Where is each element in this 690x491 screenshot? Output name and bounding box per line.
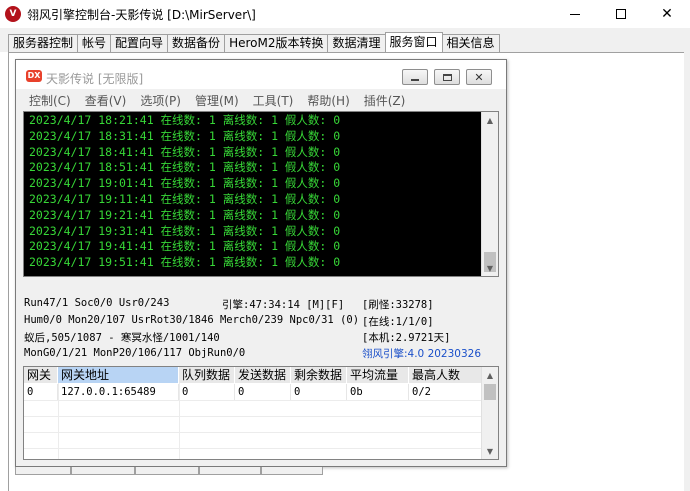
service-close-button[interactable]: ✕ [466,69,492,85]
grid-line [24,432,483,433]
grid-line [24,400,483,401]
cell-avg-traffic: 0b [347,384,409,400]
col-max-users[interactable]: 最高人数 [409,367,483,383]
menu-manage[interactable]: 管理(M) [195,92,239,109]
log-line: 2023/4/17 19:31:41 在线数: 1 离线数: 1 假人数: 0 [29,223,341,238]
status-run: Run47/1 Soc0/0 Usr0/243 [24,297,170,309]
col-sent-data[interactable]: 发送数据 [235,367,291,383]
col-remaining-data[interactable]: 剩余数据 [291,367,347,383]
main-titlebar: V 翎风引擎控制台-天影传说 [D:\MirServer\] ✕ [0,0,690,28]
menu-view[interactable]: 查看(V) [85,92,127,109]
cell-gateway-address: 127.0.0.1:65489 [58,384,179,400]
close-icon: ✕ [474,70,484,84]
app-logo-icon: V [5,6,21,22]
status-monsters: 蚁后,505/1087 - 寒冥水怪/1001/140 [24,332,220,344]
tab-config-wizard[interactable]: 配置向导 [110,34,169,52]
tab-data-backup[interactable]: 数据备份 [167,34,226,52]
gateway-scroll-thumb[interactable] [484,384,496,400]
window-title: 翎风引擎控制台-天影传说 [D:\MirServer\] [27,8,256,22]
menu-tools[interactable]: 工具(T) [253,92,294,109]
col-gateway-address[interactable]: 网关地址 [58,367,179,383]
tabs-row: 服务器控制 帐号 配置向导 数据备份 HeroM2版本转换 数据清理 服务窗口 … [8,32,500,52]
log-line: 2023/4/17 19:41:41 在线数: 1 离线数: 1 假人数: 0 [29,239,341,254]
col-queue-data[interactable]: 队列数据 [179,367,235,383]
underlying-buttons [15,467,507,475]
service-window-title: 天影传说 [无限版] [46,72,144,86]
log-line: 2023/4/17 19:01:41 在线数: 1 离线数: 1 假人数: 0 [29,176,341,191]
minimize-icon [411,78,419,81]
scroll-down-icon[interactable]: ▼ [482,260,498,276]
menu-bar: 控制(C) 查看(V) 选项(P) 管理(M) 工具(T) 帮助(H) 插件(Z… [16,89,506,111]
cell-gateway: 0 [24,384,58,400]
scroll-up-icon[interactable]: ▲ [482,112,498,128]
status-mon-objects: MonG0/1/21 MonP20/106/117 ObjRun0/0 [24,347,246,359]
minimize-button[interactable] [552,0,598,28]
dx-logo-icon: DX [26,70,42,82]
menu-control[interactable]: 控制(C) [29,92,71,109]
log-output[interactable]: 2023/4/17 18:21:41 在线数: 1 离线数: 1 假人数: 0 … [23,111,499,277]
cell-sent-data: 0 [235,384,291,400]
service-window: DX 天影传说 [无限版] ✕ 控制(C) 查看(V) 选项(P) 管理(M) … [15,59,507,467]
tab-accounts[interactable]: 帐号 [77,34,112,52]
col-gateway[interactable]: 网关 [24,367,58,383]
tab-herom2-convert[interactable]: HeroM2版本转换 [224,34,329,52]
tab-related-info[interactable]: 相关信息 [441,34,500,52]
hidden-button[interactable] [199,467,261,475]
log-line: 2023/4/17 18:51:41 在线数: 1 离线数: 1 假人数: 0 [29,160,341,175]
menu-help[interactable]: 帮助(H) [307,92,349,109]
service-window-titlebar: DX 天影传说 [无限版] ✕ [16,60,506,89]
status-online: [在线:1/1/0] [362,316,434,328]
close-icon: ✕ [661,6,673,22]
status-engine-uptime: 引擎:47:34:14 [M][F] [222,299,345,311]
hidden-button[interactable] [261,467,323,475]
engine-version: 翎风引擎:4.0 20230326 [362,348,482,360]
menu-options[interactable]: 选项(P) [140,92,181,109]
tab-data-cleanup[interactable]: 数据清理 [327,34,386,52]
status-hum: Hum0/0 Mon20/107 UsrRot30/1846 Merch0/23… [24,314,360,326]
close-button[interactable]: ✕ [644,0,690,28]
tab-strip: 服务器控制 帐号 配置向导 数据备份 HeroM2版本转换 数据清理 服务窗口 … [0,28,690,52]
log-scrollbar[interactable]: ▲ ▼ [481,112,498,276]
maximize-icon [616,9,626,19]
cell-queue-data: 0 [179,384,235,400]
log-line: 2023/4/17 19:51:41 在线数: 1 离线数: 1 假人数: 0 [29,255,341,270]
log-lines: 2023/4/17 18:21:41 在线数: 1 离线数: 1 假人数: 0 … [29,113,340,271]
cell-max-users: 0/2 [409,384,483,400]
grid-line [179,383,180,459]
tab-server-control[interactable]: 服务器控制 [8,34,79,52]
maximize-icon [442,73,452,81]
gateway-scrollbar[interactable]: ▲ ▼ [481,367,498,459]
panel-scrollbar[interactable] [684,52,690,491]
log-line: 2023/4/17 18:21:41 在线数: 1 离线数: 1 假人数: 0 [29,113,341,127]
table-row[interactable]: 0 127.0.0.1:65489 0 0 0 0b 0/2 [24,384,483,400]
scroll-down-icon[interactable]: ▼ [482,443,498,459]
scroll-up-icon[interactable]: ▲ [482,367,498,383]
status-spawn-count: [刷怪:33278] [362,299,434,311]
grid-line [58,383,59,459]
grid-line [24,416,483,417]
log-line: 2023/4/17 18:31:41 在线数: 1 离线数: 1 假人数: 0 [29,128,341,143]
log-line: 2023/4/17 18:41:41 在线数: 1 离线数: 1 假人数: 0 [29,144,341,159]
status-panel: Run47/1 Soc0/0 Usr0/243 引擎:47:34:14 [M][… [24,295,504,363]
log-line: 2023/4/17 19:11:41 在线数: 1 离线数: 1 假人数: 0 [29,191,341,206]
service-minimize-button[interactable] [402,69,428,85]
hidden-button[interactable] [135,467,199,475]
col-avg-traffic[interactable]: 平均流量 [347,367,409,383]
gateway-table[interactable]: 网关 网关地址 队列数据 发送数据 剩余数据 平均流量 最高人数 0 127.0… [23,366,499,460]
cell-remaining-data: 0 [291,384,347,400]
maximize-button[interactable] [598,0,644,28]
hidden-button[interactable] [15,467,71,475]
minimize-icon [570,13,580,15]
gateway-table-header: 网关 网关地址 队列数据 发送数据 剩余数据 平均流量 最高人数 [24,367,483,383]
hidden-button[interactable] [71,467,135,475]
status-local: [本机:2.9721天] [362,332,451,344]
menu-plugins[interactable]: 插件(Z) [364,92,406,109]
service-maximize-button[interactable] [434,69,460,85]
log-line: 2023/4/17 19:21:41 在线数: 1 离线数: 1 假人数: 0 [29,207,341,222]
grid-line [24,448,483,449]
tab-service-window[interactable]: 服务窗口 [384,32,443,52]
